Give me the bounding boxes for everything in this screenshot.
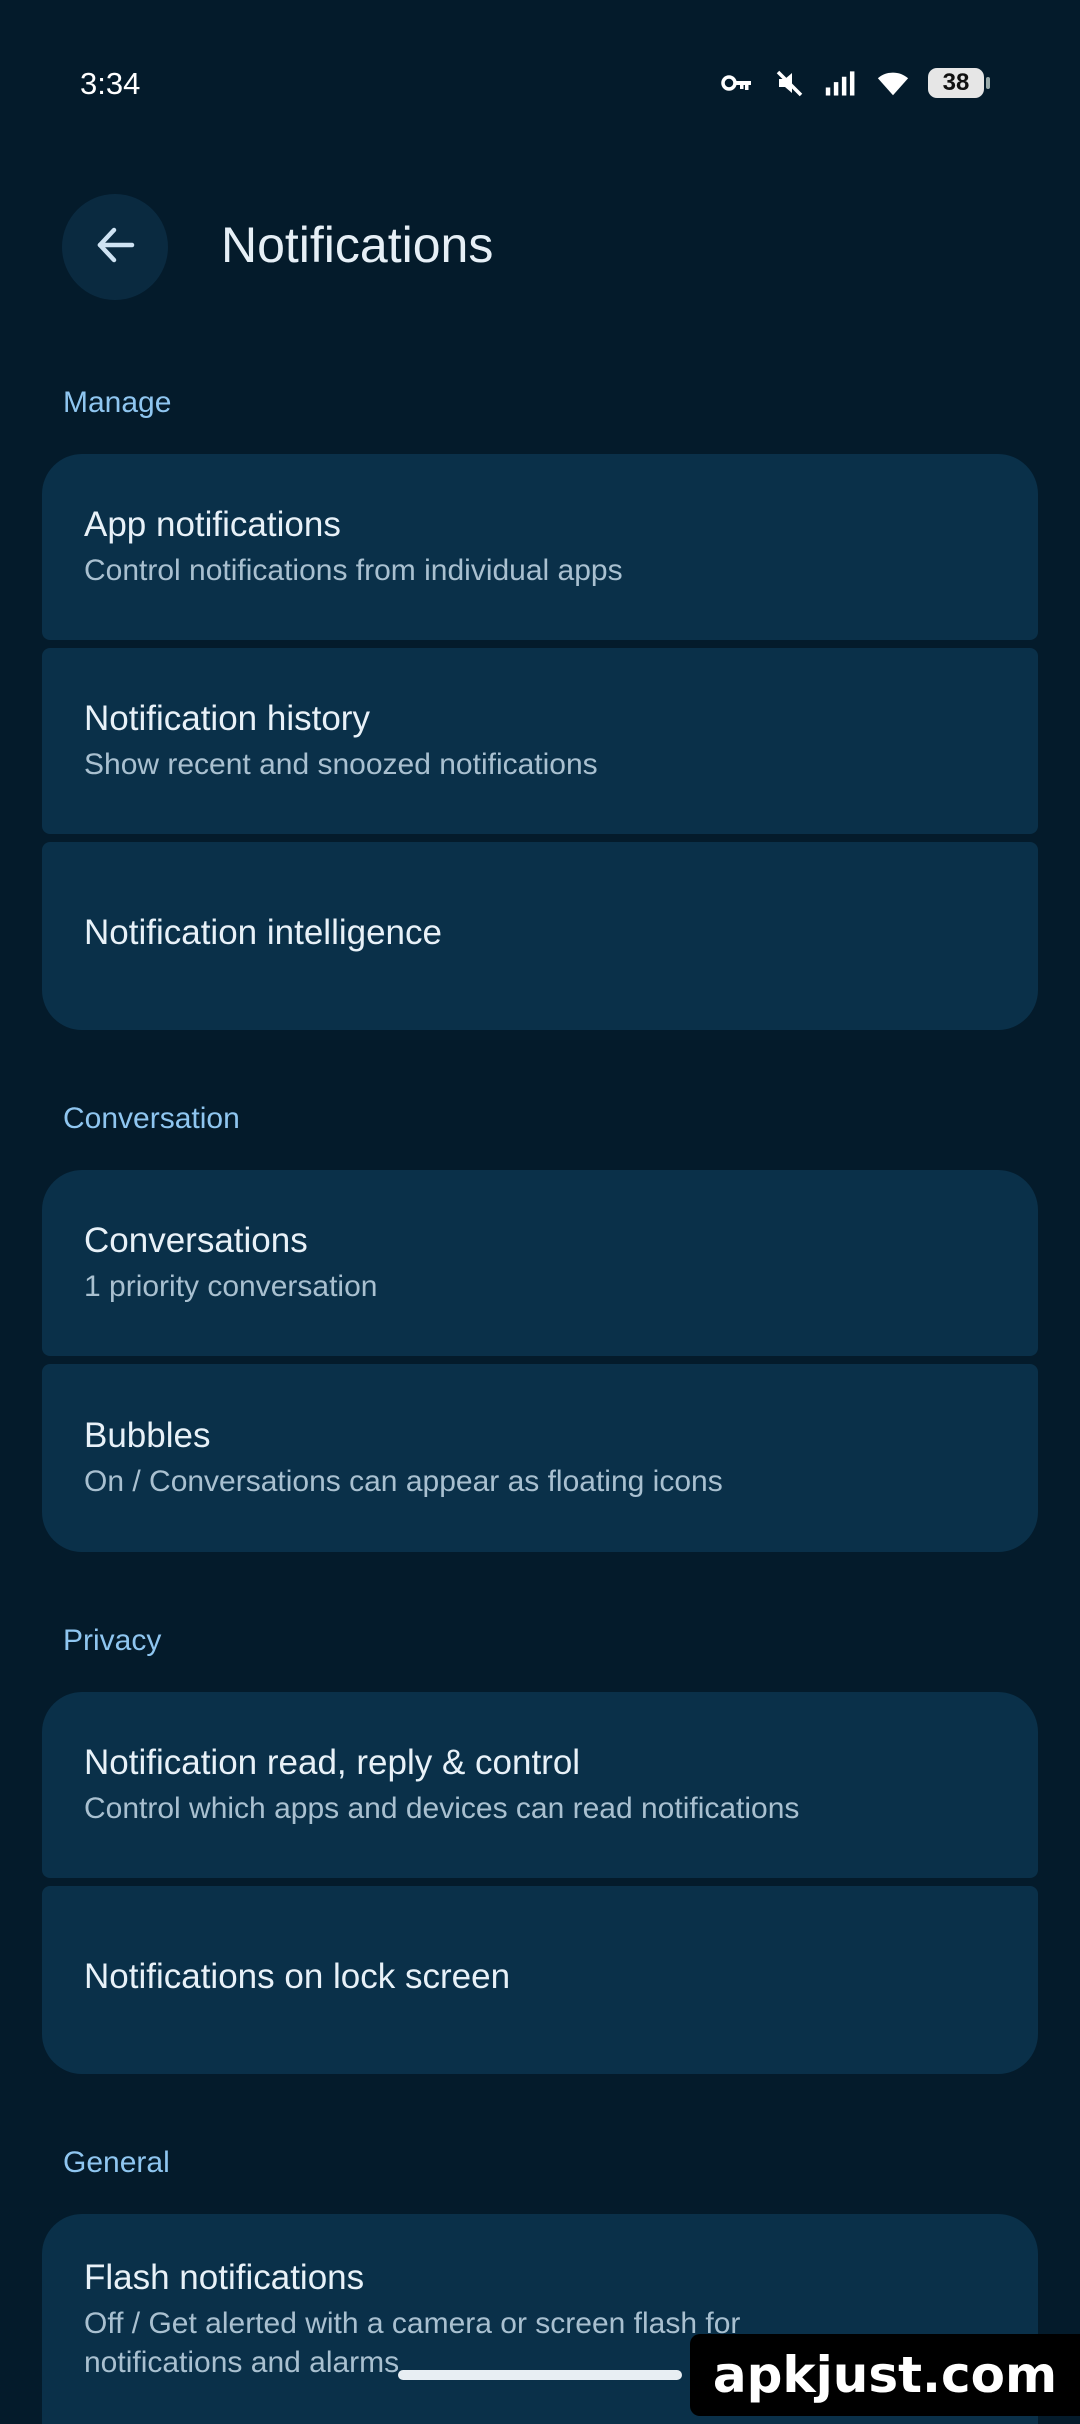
item-subtitle: Control notifications from individual ap… [84, 553, 623, 587]
item-title: Notifications on lock screen [84, 1957, 511, 1996]
notification-read-reply-control-item[interactable]: Notification read, reply & control Contr… [42, 1692, 1038, 1878]
back-button[interactable] [62, 194, 168, 300]
status-time: 3:34 [80, 66, 141, 101]
item-subtitle: On / Conversations can appear as floatin… [84, 1464, 723, 1498]
item-title: Conversations [84, 1220, 308, 1260]
vpn-key-icon [720, 66, 754, 100]
notifications-on-lock-screen-item[interactable]: Notifications on lock screen [42, 1886, 1038, 2074]
screen: 3:34 38 Notifications Manage App notific… [0, 0, 1080, 2424]
item-subtitle: Control which apps and devices can read … [84, 1791, 800, 1825]
section-header-manage: Manage [63, 386, 172, 419]
wifi-icon [876, 66, 910, 100]
bubbles-item[interactable]: Bubbles On / Conversations can appear as… [42, 1364, 1038, 1552]
notification-history-item[interactable]: Notification history Show recent and sno… [42, 648, 1038, 834]
status-bar: 3:34 38 [0, 0, 1080, 130]
watermark: apkjust.com [690, 2334, 1080, 2416]
section-header-general: General [63, 2146, 170, 2179]
battery-level: 38 [928, 68, 984, 98]
item-title: App notifications [84, 504, 341, 544]
item-title: Notification history [84, 698, 370, 738]
section-header-conversation: Conversation [63, 1102, 240, 1135]
item-subtitle: 1 priority conversation [84, 1269, 378, 1303]
back-arrow-icon [92, 222, 138, 273]
conversations-item[interactable]: Conversations 1 priority conversation [42, 1170, 1038, 1356]
item-title: Flash notifications [84, 2258, 365, 2297]
signal-icon [824, 66, 858, 100]
notification-intelligence-item[interactable]: Notification intelligence [42, 842, 1038, 1030]
mute-icon [772, 66, 806, 100]
battery-tip [986, 77, 990, 89]
section-header-privacy: Privacy [63, 1624, 162, 1657]
item-title: Notification intelligence [84, 913, 442, 952]
status-icons: 38 [720, 66, 990, 100]
item-title: Bubbles [84, 1415, 211, 1455]
battery-icon: 38 [928, 68, 990, 98]
app-notifications-item[interactable]: App notifications Control notifications … [42, 454, 1038, 640]
item-title: Notification read, reply & control [84, 1742, 581, 1782]
page-title: Notifications [221, 217, 494, 273]
item-subtitle: Show recent and snoozed notifications [84, 747, 598, 781]
gesture-navigation-bar[interactable] [398, 2370, 682, 2380]
